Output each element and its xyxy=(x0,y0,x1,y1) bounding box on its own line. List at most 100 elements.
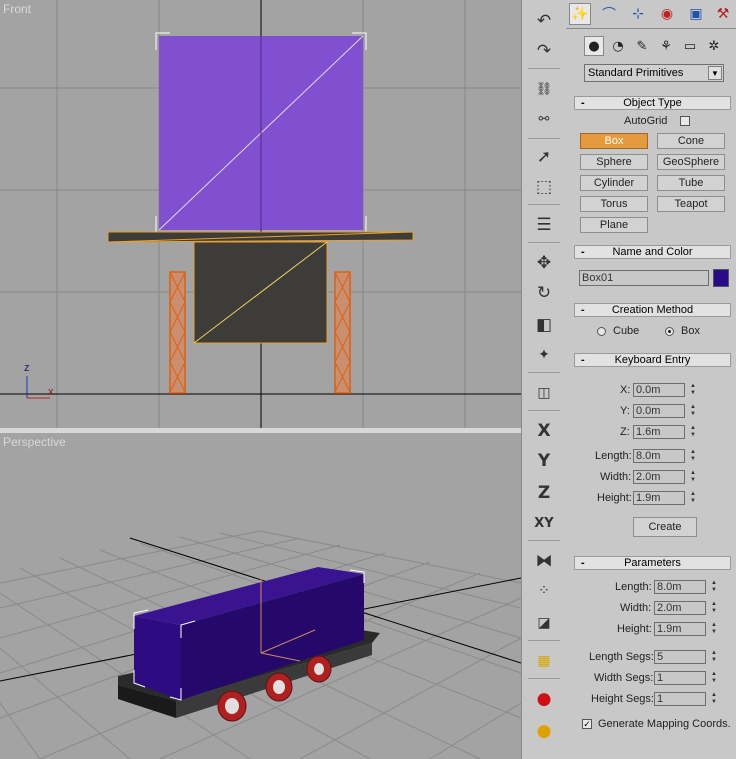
ke-y-spinner[interactable]: ▲ ▼ xyxy=(689,404,697,418)
chevron-down-icon[interactable]: ▼ xyxy=(708,66,722,80)
torus-button[interactable]: Torus xyxy=(580,196,648,212)
y-axis-constraint-button[interactable]: Y xyxy=(531,448,557,474)
hierarchy-tab-icon[interactable]: ⊹ xyxy=(627,3,649,25)
utilities-tab-icon[interactable]: ⚒ xyxy=(712,3,734,25)
param-height-segs-spinner[interactable]: ▲ ▼ xyxy=(710,692,718,706)
param-length-segs-input[interactable]: 5 xyxy=(654,650,706,664)
param-length-label: Length: xyxy=(615,581,652,593)
x-axis-constraint-button[interactable]: X xyxy=(531,418,557,444)
param-length-segs-label: Length Segs: xyxy=(589,651,654,663)
unlink-icon[interactable]: ⚯ xyxy=(531,106,557,132)
ke-width-input[interactable]: 2.0m xyxy=(633,470,685,484)
param-width-spinner[interactable]: ▲ ▼ xyxy=(710,601,718,615)
z-axis-constraint-button[interactable]: Z xyxy=(531,480,557,506)
lights-category-icon[interactable]: ✎ xyxy=(632,36,652,56)
axis-z-label: z xyxy=(24,362,30,374)
xy-plane-constraint-button[interactable]: XY xyxy=(531,510,557,536)
cone-button[interactable]: Cone xyxy=(657,133,725,149)
object-color-swatch[interactable] xyxy=(713,269,729,287)
tube-button[interactable]: Tube xyxy=(657,175,725,191)
param-height-segs-input[interactable]: 1 xyxy=(654,692,706,706)
generate-mapping-checkbox[interactable]: ✓ xyxy=(582,719,592,729)
create-tab-icon[interactable]: ✨ xyxy=(569,3,591,25)
cube-radio[interactable] xyxy=(597,327,606,336)
front-viewport-label[interactable]: Front xyxy=(3,2,31,16)
param-width-segs-input[interactable]: 1 xyxy=(654,671,706,685)
param-length-segs-spinner[interactable]: ▲ ▼ xyxy=(710,650,718,664)
front-viewport-scene xyxy=(0,0,521,428)
select-region-icon[interactable]: ⬚ xyxy=(531,174,557,200)
object-name-input[interactable]: Box01 xyxy=(579,270,709,286)
perspective-viewport-scene xyxy=(0,530,521,759)
wheel-left-front xyxy=(169,271,186,394)
move-icon[interactable]: ✥ xyxy=(531,250,557,276)
shapes-category-icon[interactable]: ◔ xyxy=(608,36,628,56)
scale-icon[interactable]: ◧ xyxy=(531,312,557,338)
keyboard-entry-title: Keyboard Entry xyxy=(614,354,691,366)
ke-length-input[interactable]: 8.0m xyxy=(633,449,685,463)
command-panel: ✨ ⌒ ⊹ ◉ ▣ ⚒ ● ◔ ✎ ⚘ ▭ ✲ Standard Primiti… xyxy=(566,0,736,759)
rotate-icon[interactable]: ↻ xyxy=(531,280,557,306)
spacewarps-category-icon[interactable]: ✲ xyxy=(704,36,724,56)
helpers-category-icon[interactable]: ▭ xyxy=(680,36,700,56)
geosphere-button[interactable]: GeoSphere xyxy=(657,154,725,170)
param-height-spinner[interactable]: ▲ ▼ xyxy=(710,622,718,636)
param-length-input[interactable]: 8.0m xyxy=(654,580,706,594)
ke-z-label: Z: xyxy=(620,426,630,438)
ke-x-spinner[interactable]: ▲ ▼ xyxy=(689,383,697,397)
sphere-button[interactable]: Sphere xyxy=(580,154,648,170)
material-editor-icon[interactable]: ● xyxy=(531,718,557,744)
parameters-rollout-header[interactable]: - Parameters xyxy=(574,556,731,570)
mirror-axis-icon[interactable]: ⧓ xyxy=(531,548,557,574)
cameras-category-icon[interactable]: ⚘ xyxy=(656,36,676,56)
plane-button[interactable]: Plane xyxy=(580,217,648,233)
param-width-segs-label: Width Segs: xyxy=(594,672,654,684)
display-tab-icon[interactable]: ▣ xyxy=(685,3,707,25)
undo-icon[interactable]: ↶ xyxy=(531,8,557,34)
create-button[interactable]: Create xyxy=(633,517,697,537)
primitive-type-dropdown[interactable]: Standard Primitives ▼ xyxy=(584,64,724,82)
keyboard-entry-rollout-header[interactable]: - Keyboard Entry xyxy=(574,353,731,367)
ke-width-spinner[interactable]: ▲ ▼ xyxy=(689,470,697,484)
ke-height-spinner[interactable]: ▲ ▼ xyxy=(689,491,697,505)
teapot-button[interactable]: Teapot xyxy=(657,196,725,212)
param-length-spinner[interactable]: ▲ ▼ xyxy=(710,580,718,594)
name-and-color-rollout-header[interactable]: - Name and Color xyxy=(574,245,731,259)
perspective-viewport[interactable]: Perspective xyxy=(0,433,521,759)
object-type-rollout-header[interactable]: - Object Type xyxy=(574,96,731,110)
param-width-segs-spinner[interactable]: ▲ ▼ xyxy=(710,671,718,685)
ke-z-spinner[interactable]: ▲ ▼ xyxy=(689,425,697,439)
layers-icon[interactable]: ▦ xyxy=(531,648,557,674)
align-icon[interactable]: ◪ xyxy=(531,610,557,636)
motion-tab-icon[interactable]: ◉ xyxy=(656,3,678,25)
creation-method-rollout-header[interactable]: - Creation Method xyxy=(574,303,731,317)
front-viewport[interactable]: Front z x xyxy=(0,0,521,428)
geometry-category-icon[interactable]: ● xyxy=(584,36,604,56)
modify-tab-icon[interactable]: ⌒ xyxy=(598,3,620,25)
ke-length-label: Length: xyxy=(595,450,632,462)
perspective-viewport-label[interactable]: Perspective xyxy=(3,435,66,449)
ke-z-input[interactable]: 1.6m xyxy=(633,425,685,439)
ke-height-label: Height: xyxy=(597,492,632,504)
ke-length-spinner[interactable]: ▲ ▼ xyxy=(689,449,697,463)
redo-icon[interactable]: ↷ xyxy=(531,38,557,64)
render-scene-icon[interactable]: ● xyxy=(531,686,557,712)
box-button[interactable]: Box xyxy=(580,133,648,149)
param-height-input[interactable]: 1.9m xyxy=(654,622,706,636)
param-width-label: Width: xyxy=(620,602,652,614)
box-radio[interactable] xyxy=(665,327,674,336)
ke-y-input[interactable]: 0.0m xyxy=(633,404,685,418)
mirror-tool-icon[interactable]: ◫ xyxy=(531,380,557,406)
select-by-name-icon[interactable]: ☰ xyxy=(531,212,557,238)
ke-height-input[interactable]: 1.9m xyxy=(633,491,685,505)
pivot-icon[interactable]: ✦ xyxy=(531,342,557,368)
box-radio-label: Box xyxy=(681,325,700,337)
autogrid-checkbox[interactable] xyxy=(680,116,690,126)
select-object-icon[interactable]: ➚ xyxy=(531,144,557,170)
array-icon[interactable]: ⁘ xyxy=(531,578,557,604)
select-link-icon[interactable]: ⛓ xyxy=(531,76,557,102)
param-width-input[interactable]: 2.0m xyxy=(654,601,706,615)
ke-x-input[interactable]: 0.0m xyxy=(633,383,685,397)
cylinder-button[interactable]: Cylinder xyxy=(580,175,648,191)
command-panel-tabs: ✨ ⌒ ⊹ ◉ ▣ ⚒ xyxy=(566,0,736,29)
